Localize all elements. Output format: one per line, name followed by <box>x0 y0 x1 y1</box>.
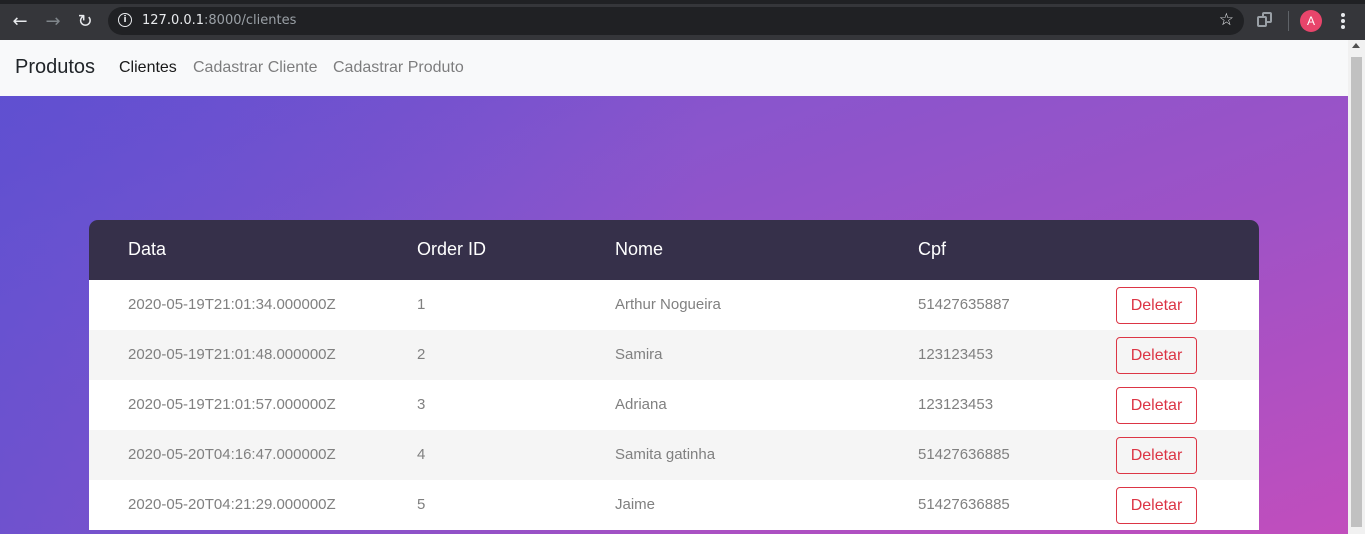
cell-order-id: 4 <box>417 446 426 463</box>
nav-link-clientes[interactable]: Clientes <box>119 59 177 77</box>
column-header-order-id: Order ID <box>417 239 487 259</box>
table-header: Data Order ID Nome Cpf <box>89 220 1259 280</box>
more-icon[interactable] <box>1336 10 1350 32</box>
url-host: 127.0.0.1 <box>142 13 205 28</box>
delete-button[interactable]: Deletar <box>1116 487 1197 524</box>
cell-data: 2020-05-19T21:01:57.000000Z <box>128 396 336 413</box>
url-text: 127.0.0.1:8000/clientes <box>142 13 296 28</box>
browser-toolbar: ← → ↻ i 127.0.0.1:8000/clientes ☆ A <box>0 0 1365 40</box>
profile-avatar[interactable]: A <box>1300 10 1322 32</box>
page-scrollbar[interactable] <box>1348 40 1365 534</box>
clients-table: Data Order ID Nome Cpf 2020-05-19T21:01:… <box>89 220 1259 534</box>
info-icon[interactable]: i <box>118 13 132 27</box>
column-header-nome: Nome <box>615 239 664 259</box>
delete-button[interactable]: Deletar <box>1116 387 1197 424</box>
navbar-brand[interactable]: Produtos <box>15 56 95 79</box>
cell-nome: Adriana <box>615 396 667 413</box>
extensions-icon[interactable] <box>1257 12 1273 28</box>
nav-link-cadastrar-produto[interactable]: Cadastrar Produto <box>333 59 464 77</box>
reload-icon[interactable]: ↻ <box>74 10 96 32</box>
cell-data: 2020-05-19T21:01:34.000000Z <box>128 296 336 313</box>
table-row: 2020-05-19T21:01:57.000000Z 3 Adriana 12… <box>89 380 1259 430</box>
address-bar[interactable]: i 127.0.0.1:8000/clientes ☆ <box>108 7 1244 35</box>
cell-nome: Samira <box>615 346 663 363</box>
cell-data: 2020-05-20T04:21:29.000000Z <box>128 496 336 513</box>
cell-nome: Jaime <box>615 496 656 513</box>
delete-button[interactable]: Deletar <box>1116 437 1197 474</box>
column-header-cpf: Cpf <box>918 239 947 259</box>
scroll-up-arrow-icon[interactable] <box>1352 43 1360 48</box>
tab-strip <box>0 0 1365 4</box>
url-path: :8000/clientes <box>204 13 297 28</box>
forward-arrow-icon[interactable]: → <box>42 10 64 32</box>
cell-nome: Arthur Nogueira <box>615 296 721 313</box>
page-viewport: Produtos Clientes Cadastrar Cliente Cada… <box>0 40 1348 534</box>
toolbar-divider <box>1288 11 1289 31</box>
navbar: Produtos Clientes Cadastrar Cliente Cada… <box>0 40 1348 96</box>
cell-order-id: 1 <box>417 296 426 313</box>
cell-order-id: 5 <box>417 496 426 513</box>
cell-data: 2020-05-19T21:01:48.000000Z <box>128 346 336 363</box>
column-header-data: Data <box>128 239 167 259</box>
cell-cpf: 51427636885 <box>918 496 1010 513</box>
scrollbar-thumb[interactable] <box>1351 57 1362 527</box>
nav-link-cadastrar-cliente[interactable]: Cadastrar Cliente <box>193 59 318 77</box>
back-arrow-icon[interactable]: ← <box>9 10 31 32</box>
table-row: 2020-05-19T21:01:34.000000Z 1 Arthur Nog… <box>89 280 1259 330</box>
cell-order-id: 2 <box>417 346 426 363</box>
cell-cpf: 51427636885 <box>918 446 1010 463</box>
delete-button[interactable]: Deletar <box>1116 287 1197 324</box>
cell-order-id: 3 <box>417 396 426 413</box>
cell-cpf: 123123453 <box>918 346 994 363</box>
cell-cpf: 51427635887 <box>918 296 1010 313</box>
table-row: 2020-05-20T04:21:29.000000Z 5 Jaime 5142… <box>89 480 1259 530</box>
cell-nome: Samita gatinha <box>615 446 716 463</box>
table-row: 2020-05-19T21:01:48.000000Z 2 Samira 123… <box>89 330 1259 380</box>
star-icon[interactable]: ☆ <box>1219 10 1234 30</box>
table-row: 2020-05-20T04:16:47.000000Z 4 Samita gat… <box>89 430 1259 480</box>
cell-cpf: 123123453 <box>918 396 994 413</box>
cell-data: 2020-05-20T04:16:47.000000Z <box>128 446 336 463</box>
delete-button[interactable]: Deletar <box>1116 337 1197 374</box>
